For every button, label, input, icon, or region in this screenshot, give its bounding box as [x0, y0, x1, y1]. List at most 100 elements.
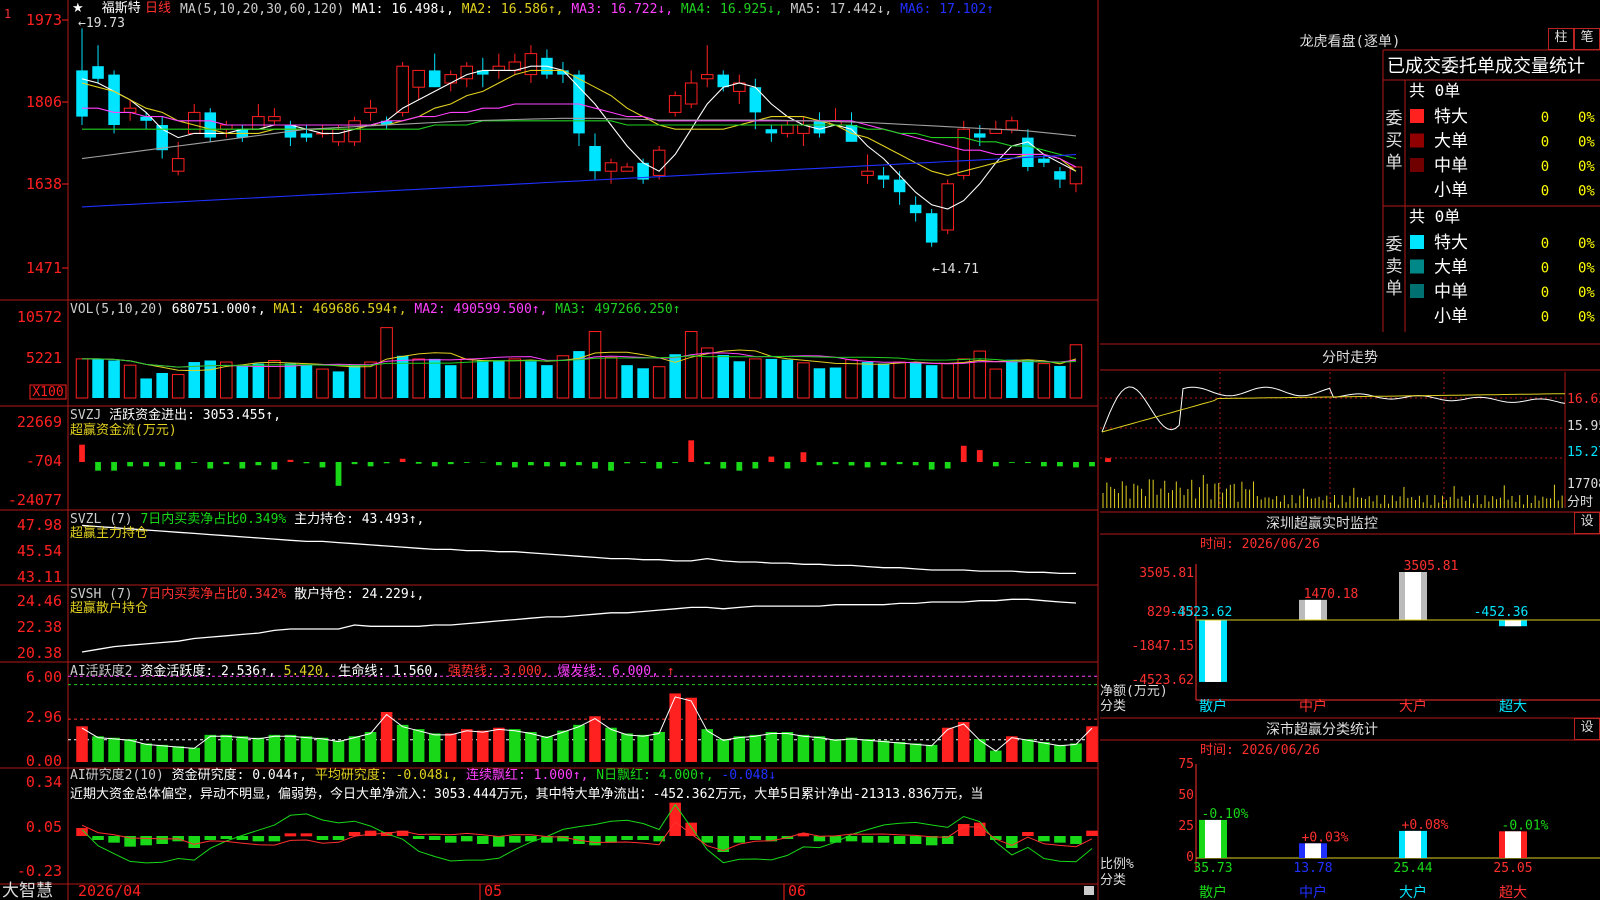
research-bar-down: [701, 836, 714, 843]
candle-body-up: [412, 69, 425, 88]
legend-item: SVZJ: [70, 408, 109, 423]
activity-bar-down: [300, 736, 313, 762]
sz-monitor-value-label: -452.36: [1474, 605, 1529, 620]
sz-monitor-axis-label: 3505.81: [1139, 566, 1194, 581]
stock-name: 福斯特: [101, 1, 141, 16]
research-bar-down: [1070, 836, 1082, 844]
activity-bar-down: [909, 743, 922, 762]
activity-bar-down: [653, 732, 665, 762]
fund-flow-bar-down: [544, 462, 550, 467]
fund-flow-bar-up: [800, 452, 807, 462]
vol-bar-down: [877, 363, 890, 398]
ai1-axis-label: 0.00: [26, 752, 62, 770]
legend-item: 强势线: 3.000,: [448, 663, 557, 679]
fund-flow-bar-down: [752, 462, 759, 469]
fund-flow-bar-down: [1008, 462, 1015, 463]
svsh-axis-label: 22.38: [17, 618, 62, 636]
activity-bar-down: [220, 734, 233, 762]
sz-monitor-bar-highlight: [1405, 572, 1421, 620]
order-row-label: 中单: [1434, 282, 1468, 302]
research-bar-up: [1086, 830, 1098, 836]
legend-item: N日飘红: 4.000↑,: [596, 767, 721, 783]
order-row-count: 0: [1541, 184, 1549, 200]
fund-flow-bar-down: [816, 462, 823, 466]
research-bar-down: [1006, 836, 1018, 848]
activity-bar-down: [188, 747, 201, 762]
sz-monitor-axis-label: -1847.15: [1131, 639, 1194, 654]
ai1.legend-legend: AI活跃度2 资金活跃度: 2.536↑, 5.420, 生命线: 1.560,…: [70, 663, 675, 679]
svsh.legend-legend: SVSH (7) 7日内买卖净占比0.342% 散户持仓: 24.229↓,: [70, 586, 424, 602]
sz-monitor-category: 超大: [1499, 699, 1527, 715]
candle-body-down: [877, 175, 890, 180]
research-bar-down: [861, 836, 874, 843]
fund-flow-bar-down: [720, 462, 727, 469]
fund-flow-bar-down: [1041, 462, 1047, 467]
fund-flow-bar-down: [335, 462, 342, 486]
sz-class-settings-button[interactable]: 设: [1574, 718, 1600, 740]
vol-bar-down: [1006, 359, 1018, 398]
research-bar-down: [733, 836, 746, 843]
vol-bar-down: [733, 361, 746, 398]
activity-bar-down: [1054, 744, 1066, 762]
vol-bar-down: [236, 365, 249, 398]
fund-flow-bar-up: [688, 440, 695, 462]
sz-monitor-settings-button[interactable]: 设: [1574, 512, 1600, 534]
vol-bar-down: [493, 360, 505, 398]
vol-bar-up: [171, 374, 185, 399]
tick-view-button[interactable]: 笔: [1574, 28, 1600, 50]
activity-bar-down: [573, 724, 585, 762]
research-bar-down: [460, 836, 473, 842]
vol-bar-down: [477, 360, 489, 398]
sz-class-category: 大户: [1399, 884, 1427, 900]
sz-monitor-value-label: 3505.81: [1404, 559, 1459, 574]
vol-bar-down: [332, 371, 345, 398]
intraday-unit: 分时: [1567, 495, 1593, 510]
activity-bar-down: [701, 729, 714, 762]
order-row-label: 特大: [1434, 107, 1468, 127]
fund-flow-bar-down: [383, 462, 390, 464]
fund-flow-bar-down: [431, 462, 438, 467]
candle-body-up: [187, 111, 201, 134]
legend-item: MA5: 17.442↓,: [791, 2, 901, 17]
bar-view-button[interactable]: 柱: [1548, 28, 1574, 50]
fund-flow-bar-down: [207, 462, 214, 469]
fund-flow-bar-down: [848, 462, 855, 466]
sz-class-bar-highlight: [1305, 843, 1321, 858]
vol-bar-down: [1022, 360, 1034, 398]
order-row-pct: 0%: [1578, 135, 1595, 151]
candle-body-down: [108, 74, 120, 125]
activity-bar-down: [1022, 739, 1034, 762]
fund-flow-bar-down: [191, 462, 198, 463]
vol-bar-down: [300, 365, 313, 398]
activity-bar-up: [589, 716, 601, 762]
vol-bar-up: [1037, 363, 1051, 399]
order-color-swatch: [1410, 133, 1424, 148]
sz-class-axis-label: 25: [1178, 819, 1194, 834]
ai1-axis-label: 6.00: [26, 668, 62, 686]
svzl-axis-label: 47.98: [17, 516, 62, 534]
star-icon[interactable]: ★: [72, 1, 84, 16]
legend-item: 散户持仓: 24.229↓,: [294, 586, 424, 602]
sz-class-value-label: 25.05: [1493, 861, 1532, 876]
ai2-axis-label: 0.34: [26, 773, 62, 791]
vol-bar-up: [412, 358, 425, 399]
legend-item: 活跃资金进出: 3053.455↑,: [109, 407, 281, 423]
candle-body-up: [620, 166, 634, 172]
vol-bar-up: [957, 358, 971, 399]
vol-bar-up: [380, 327, 393, 399]
vol-bar-down: [188, 362, 201, 398]
vol-bar-down: [621, 365, 633, 398]
svzj-axis-label: -24077: [8, 491, 62, 509]
fund-flow-bar-up: [976, 450, 983, 462]
vol-bar-up: [316, 368, 329, 399]
vol-bar-down: [813, 368, 826, 398]
activity-bar-down: [108, 737, 120, 762]
legend-item: AI活跃度2: [70, 663, 140, 679]
candle-body-down: [92, 66, 104, 79]
activity-bar-down: [140, 743, 152, 762]
activity-bar-down: [797, 734, 810, 762]
svzl-axis-label: 45.54: [17, 542, 62, 560]
legend-item: 资金研究度: 0.044↑,: [172, 767, 315, 783]
activity-bar-up: [477, 730, 489, 762]
period-label[interactable]: 日线: [145, 1, 171, 16]
